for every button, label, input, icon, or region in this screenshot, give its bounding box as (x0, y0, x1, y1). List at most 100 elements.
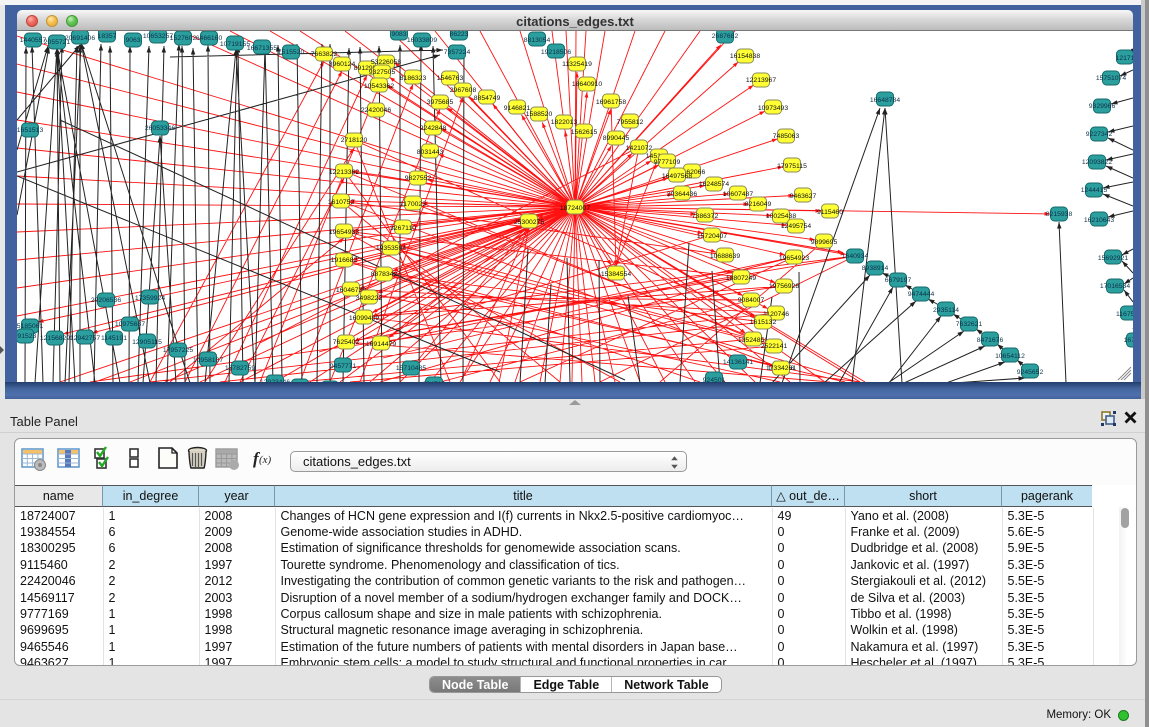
svg-text:16210643: 16210643 (1084, 217, 1114, 224)
svg-text:9827552: 9827552 (405, 175, 432, 182)
svg-text:18640910: 18640910 (572, 81, 602, 88)
svg-text:16961758: 16961758 (596, 99, 626, 106)
svg-text:12171: 12171 (1116, 55, 1133, 62)
svg-text:7625402: 7625402 (333, 339, 360, 346)
svg-text:9227342: 9227342 (1086, 131, 1113, 138)
svg-text:17359924: 17359924 (135, 295, 165, 302)
svg-text:10688639: 10688639 (710, 253, 740, 260)
svg-text:19353594: 19353594 (376, 245, 406, 252)
svg-text:10958107: 10958107 (193, 357, 223, 364)
svg-text:9245652: 9245652 (1017, 369, 1044, 376)
svg-text:15720407: 15720407 (697, 233, 727, 240)
svg-text:19218506: 19218506 (541, 49, 571, 56)
svg-text:1610752: 1610752 (328, 199, 355, 206)
svg-text:6466160: 6466160 (196, 35, 223, 42)
svg-text:1421072: 1421072 (626, 145, 653, 152)
svg-text:6679197: 6679197 (885, 277, 912, 284)
svg-text:8471676: 8471676 (977, 337, 1004, 344)
svg-text:10607487: 10607487 (723, 191, 753, 198)
svg-text:86223: 86223 (450, 31, 469, 38)
svg-text:1440557: 1440557 (20, 37, 47, 44)
svg-text:2967608: 2967608 (450, 87, 477, 94)
svg-text:2522141: 2522141 (761, 343, 788, 350)
svg-text:167827: 167827 (1124, 337, 1133, 344)
svg-text:8854749: 8854749 (474, 95, 501, 102)
svg-text:9242848: 9242848 (420, 125, 447, 132)
svg-text:9327505: 9327505 (369, 69, 396, 76)
svg-text:1527602: 1527602 (170, 35, 197, 42)
svg-text:11325419: 11325419 (562, 61, 592, 68)
svg-text:1916682: 1916682 (331, 257, 358, 264)
svg-text:9777109: 9777109 (654, 159, 681, 166)
svg-text:9083: 9083 (391, 31, 406, 38)
svg-text:22420046: 22420046 (361, 107, 391, 114)
svg-text:2935114: 2935114 (933, 307, 959, 314)
svg-text:18724007: 18724007 (560, 205, 590, 212)
svg-text:10543362: 10543362 (364, 83, 394, 90)
svg-text:1615132: 1615132 (750, 319, 777, 326)
svg-text:8813054: 8813054 (524, 37, 551, 44)
svg-text:16099489: 16099489 (349, 315, 379, 322)
svg-text:1145191: 1145191 (101, 335, 127, 342)
svg-text:16248574: 16248574 (699, 181, 729, 188)
svg-text:904510: 904510 (423, 381, 446, 382)
svg-text:19654933: 19654933 (329, 229, 359, 236)
svg-text:12942757: 12942757 (70, 335, 100, 342)
svg-text:17975115: 17975115 (777, 163, 807, 170)
svg-text:15692921: 15692921 (1098, 255, 1128, 262)
svg-text:12905115: 12905115 (132, 339, 162, 346)
svg-text:1562615: 1562615 (571, 129, 598, 136)
svg-text:16782759: 16782759 (225, 365, 255, 372)
svg-text:8938914: 8938914 (862, 265, 889, 272)
svg-text:12213967: 12213967 (746, 77, 776, 84)
svg-text:9084007: 9084007 (738, 297, 765, 304)
svg-text:18807249: 18807249 (726, 275, 756, 282)
svg-text:15710485: 15710485 (396, 365, 426, 372)
svg-text:7632621: 7632621 (956, 321, 983, 328)
svg-text:8186323: 8186323 (400, 75, 427, 82)
svg-text:19756928: 19756928 (769, 283, 799, 290)
svg-text:3960124: 3960124 (329, 61, 356, 68)
svg-text:20364436: 20364436 (667, 191, 697, 198)
svg-text:12213362: 12213362 (329, 169, 359, 176)
svg-text:7955812: 7955812 (617, 119, 644, 126)
svg-text:1170023: 1170023 (400, 201, 426, 208)
svg-text:8878342: 8878342 (371, 271, 398, 278)
svg-text:3267110: 3267110 (390, 225, 416, 232)
svg-text:15751074: 15751074 (1096, 75, 1126, 82)
svg-text:7515520: 7515520 (278, 49, 305, 56)
svg-text:16033809: 16033809 (407, 37, 437, 44)
svg-text:12093822: 12093822 (1082, 159, 1112, 166)
svg-text:12156829: 12156829 (40, 335, 70, 342)
svg-text:9329966: 9329966 (1089, 103, 1116, 110)
svg-text:2718120: 2718120 (341, 137, 368, 144)
svg-text:19654923: 19654923 (779, 255, 809, 262)
svg-text:18357: 18357 (98, 33, 117, 40)
svg-text:9115460: 9115460 (817, 209, 843, 216)
svg-text:10654112: 10654112 (995, 353, 1025, 360)
svg-text:9474444: 9474444 (908, 291, 935, 298)
svg-text:7485063: 7485063 (773, 133, 800, 140)
svg-text:17016534: 17016534 (1100, 283, 1130, 290)
svg-text:16914479: 16914479 (366, 341, 396, 348)
svg-text:9063: 9063 (125, 37, 140, 44)
svg-text:16497568: 16497568 (662, 173, 692, 180)
svg-text:2687682: 2687682 (712, 33, 739, 40)
svg-text:8215938: 8215938 (1046, 211, 1073, 218)
svg-text:1244415: 1244415 (1081, 187, 1108, 194)
svg-text:10719155: 10719155 (220, 41, 250, 48)
svg-text:16648784: 16648784 (870, 97, 900, 104)
svg-text:25300275: 25300275 (514, 219, 544, 226)
svg-text:391523: 391523 (17, 333, 37, 340)
svg-text:(x): (x) (259, 454, 272, 466)
svg-text:12923446: 12923446 (260, 379, 290, 382)
svg-text:1640934: 1640934 (842, 253, 869, 260)
svg-text:10975687: 10975687 (115, 321, 145, 328)
svg-text:1167533: 1167533 (1116, 311, 1133, 318)
svg-text:8031443: 8031443 (417, 149, 444, 156)
svg-text:16154838: 16154838 (730, 53, 760, 60)
svg-text:7357224: 7357224 (444, 49, 471, 56)
svg-text:1546763: 1546763 (437, 75, 464, 82)
svg-text:17957225: 17957225 (163, 347, 193, 354)
svg-text:8990445: 8990445 (603, 135, 630, 142)
